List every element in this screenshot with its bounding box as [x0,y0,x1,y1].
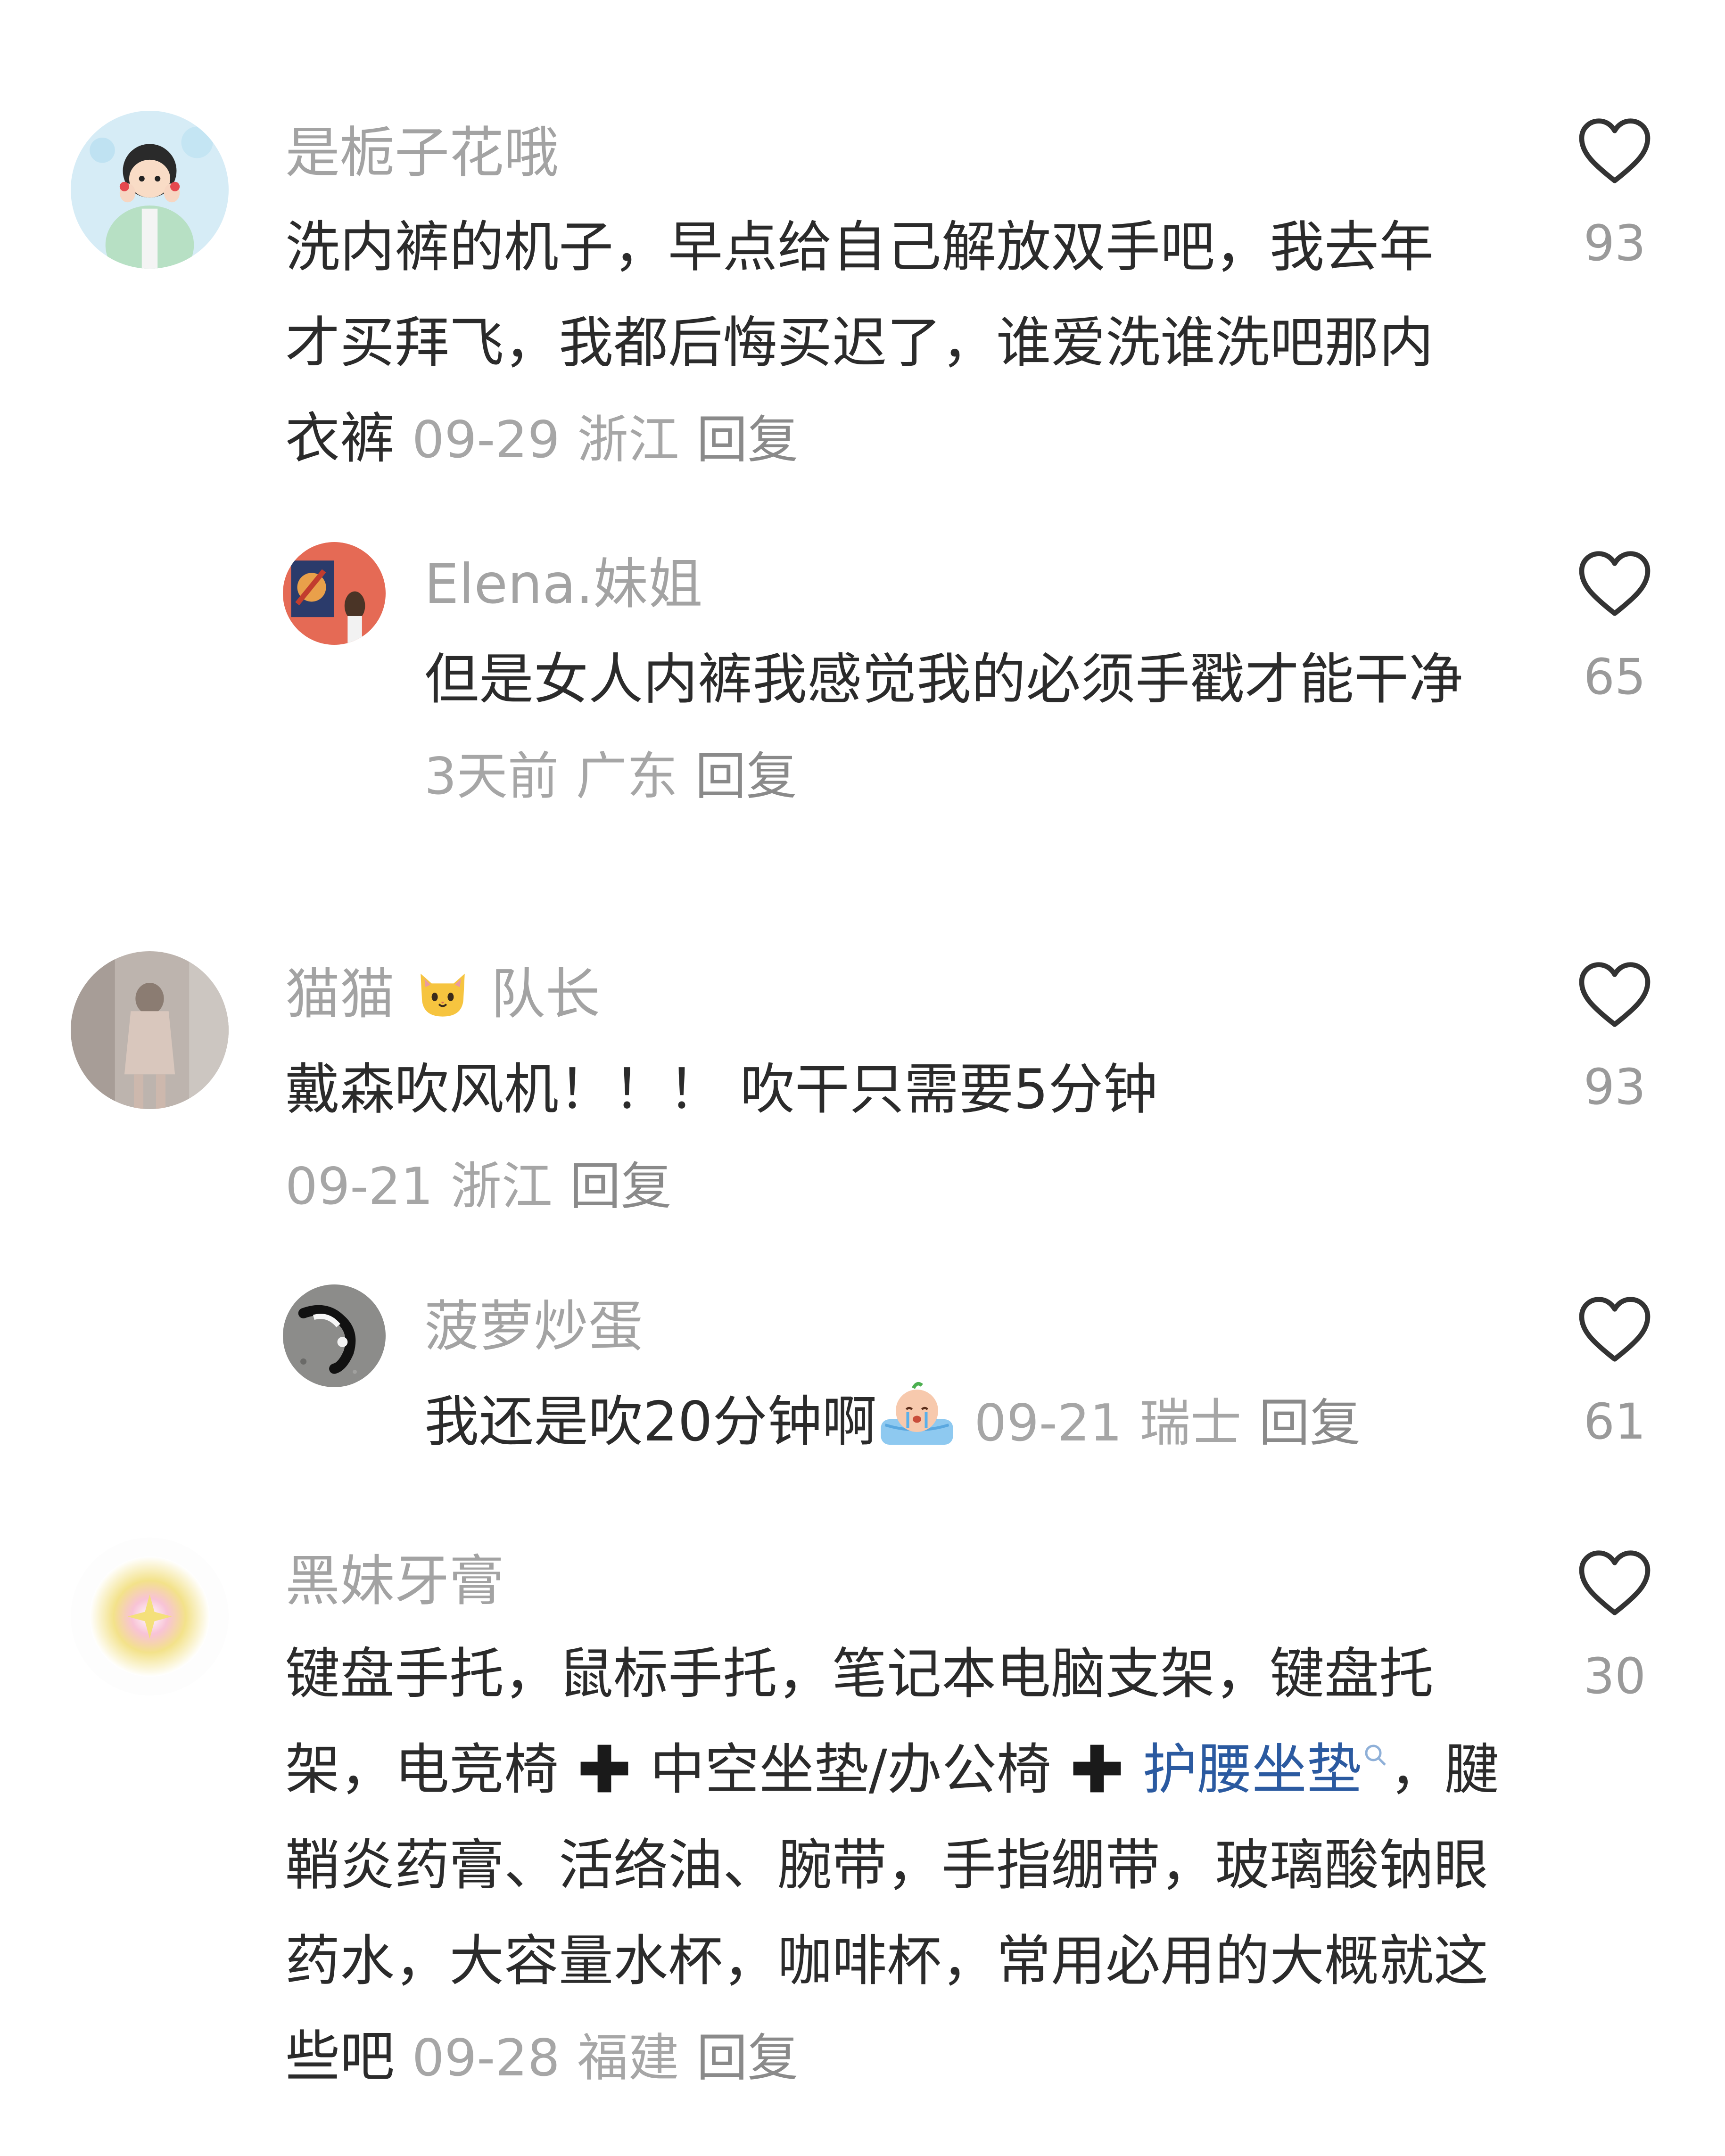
reply-text-content: 我还是吹20分钟啊 [424,1390,877,1454]
comment-date: 09-29 [412,411,560,469]
heart-icon[interactable] [1577,1294,1652,1365]
reply-button[interactable]: 回复 [570,1157,672,1216]
comment-location: 浙江 [450,1157,553,1216]
avatar[interactable] [71,951,229,1109]
avatar[interactable] [71,111,229,269]
reply-text: 我还是吹20分钟啊 09-21 瑞士 回复 [424,1374,1509,1471]
comment-date: 09-21 [285,1157,433,1216]
comment-username[interactable]: 黑妹牙膏 [285,1544,504,1619]
reply-text-content: 但是女人内裤我感觉我的必须手戳才能干净 [424,648,1463,711]
reply-date: 3天前 [424,747,559,806]
like-count: 61 [1583,1393,1646,1450]
heavy-plus-icon [580,1745,628,1793]
like-count: 30 [1583,1647,1646,1705]
search-link[interactable]: 护腰坐垫 [1143,1738,1362,1802]
comment-text: 戴森吹风机！！！ 吹干只需要5分钟 09-21 浙江 回复 [285,1042,1487,1234]
heavy-plus-icon [1073,1745,1121,1793]
like-count: 93 [1583,214,1646,272]
avatar[interactable] [283,1284,386,1387]
comment-username[interactable]: 是栀子花哦 [285,115,559,191]
reply-username[interactable]: Elena.妹姐 [424,547,702,622]
reply-text: 但是女人内裤我感觉我的必须手戳才能干净 3天前 广东 回复 [424,632,1485,824]
reply-button[interactable]: 回复 [696,2029,798,2088]
like-count: 65 [1583,648,1646,706]
reply-location: 瑞士 [1139,1394,1242,1453]
search-icon[interactable] [1362,1741,1390,1769]
reply-button[interactable]: 回复 [695,747,797,806]
reply-location: 广东 [576,747,678,806]
comment-username[interactable]: 猫猫 队长 [285,957,600,1032]
like-count: 93 [1583,1058,1646,1116]
avatar[interactable] [71,1538,229,1695]
username-suffix: 队长 [490,963,600,1026]
reply-username[interactable]: 菠萝炒蛋 [424,1289,643,1365]
comment-date: 09-28 [412,2029,560,2088]
comment-text-part2: 中空坐垫/办公椅 [650,1738,1051,1802]
comment-text-content: 戴森吹风机！！！ 吹干只需要5分钟 [285,1058,1158,1121]
heart-icon[interactable] [1577,959,1652,1030]
cat-face-emoji-icon [421,973,465,1017]
heart-icon[interactable] [1577,115,1652,186]
avatar[interactable] [283,542,386,645]
reply-button[interactable]: 回复 [696,411,798,469]
crying-face-emoji-icon [881,1382,953,1445]
heart-icon[interactable] [1577,1547,1652,1618]
comment-text: 键盘手托，鼠标手托，笔记本电脑支架，键盘托架，电竞椅 中空坐垫/办公椅 护腰坐垫… [285,1626,1511,2106]
comment-location: 福建 [577,2029,679,2088]
heart-icon[interactable] [1577,548,1652,619]
reply-button[interactable]: 回复 [1259,1394,1361,1453]
reply-date: 09-21 [974,1394,1122,1453]
comment-location: 浙江 [577,411,679,469]
username-prefix: 猫猫 [285,963,395,1026]
comment-text: 洗内裤的机子，早点给自己解放双手吧，我去年才买拜飞，我都后悔买迟了，谁爱洗谁洗吧… [285,199,1487,488]
